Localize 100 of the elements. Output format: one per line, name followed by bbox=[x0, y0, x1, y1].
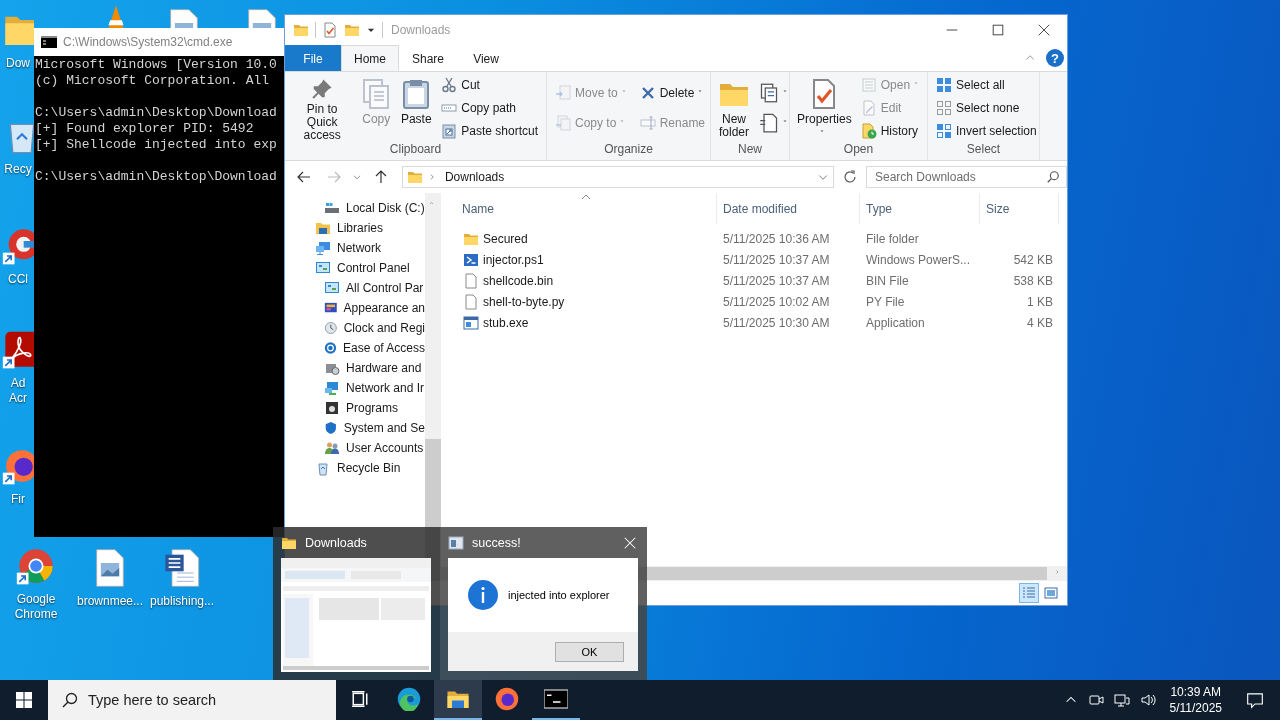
properties-icon[interactable] bbox=[322, 22, 338, 38]
column-header[interactable]: Name bbox=[456, 193, 717, 224]
help-button[interactable]: ? bbox=[1046, 49, 1064, 67]
ribbon-tab[interactable]: Share bbox=[399, 45, 458, 71]
nav-item[interactable]: Local Disk (C:) bbox=[285, 200, 425, 216]
table-cell-text: 5/11/2025 10:37 AM bbox=[722, 252, 831, 267]
nav-item[interactable]: Control Panel bbox=[285, 260, 425, 276]
nav-item[interactable]: Appearance an bbox=[285, 300, 425, 316]
ribbon-tab[interactable]: Home bbox=[341, 45, 399, 71]
details-view-icon bbox=[1021, 585, 1037, 601]
file-name[interactable]: stub.exe bbox=[456, 314, 717, 331]
network-icon bbox=[324, 380, 340, 396]
nav-item[interactable]: Recycle Bin bbox=[285, 460, 425, 476]
select-all-icon bbox=[936, 77, 952, 94]
firefox-icon bbox=[495, 687, 519, 711]
file-name[interactable]: injector.ps1 bbox=[456, 251, 717, 268]
ribbon-button[interactable]: Invert selection bbox=[934, 120, 1039, 141]
window-icon bbox=[448, 534, 464, 551]
move-icon bbox=[555, 85, 571, 102]
nav-item[interactable]: Ease of Access bbox=[285, 340, 425, 356]
back-icon[interactable] bbox=[296, 169, 312, 185]
search-field[interactable]: Type here to search bbox=[48, 680, 336, 720]
edit-icon bbox=[860, 100, 877, 116]
refresh-icon[interactable] bbox=[842, 169, 858, 185]
search-icon[interactable] bbox=[1046, 170, 1060, 184]
file-name[interactable]: Secured bbox=[456, 230, 717, 247]
nav-item[interactable]: Network bbox=[285, 240, 425, 256]
file-menu-tab[interactable]: File bbox=[285, 45, 341, 71]
acrobat-icon[interactable] bbox=[2, 330, 34, 370]
history-icon bbox=[860, 122, 877, 139]
ribbon-button[interactable]: Delete bbox=[637, 83, 709, 104]
sort-caret-icon bbox=[581, 194, 591, 200]
ribbon-tab[interactable]: View bbox=[457, 45, 516, 71]
ribbon-button[interactable]: Select all bbox=[934, 75, 1039, 96]
nav-item[interactable]: Network and Ir bbox=[285, 380, 425, 396]
clock-time[interactable]: 10:39 AM bbox=[1170, 684, 1222, 700]
window-thumbnail-drawing[interactable] bbox=[281, 558, 431, 672]
address-bar[interactable]: Downloads bbox=[401, 166, 835, 188]
file-name[interactable]: shell-to-byte.py bbox=[456, 293, 717, 310]
table-cell-text: 4 KB bbox=[1026, 315, 1054, 330]
column-header[interactable]: Size bbox=[980, 193, 1059, 224]
column-header[interactable]: Type bbox=[860, 193, 980, 224]
ribbon-button[interactable]: Copy path bbox=[439, 98, 540, 118]
ribbon-button[interactable]: New folder bbox=[715, 74, 753, 142]
nav-item[interactable]: Libraries bbox=[285, 220, 425, 236]
chrome-icon[interactable] bbox=[16, 546, 56, 586]
nav-item[interactable]: System and Se bbox=[285, 420, 425, 436]
clock-date[interactable]: 5/11/2025 bbox=[1169, 700, 1222, 716]
ribbon-button[interactable]: Pin to Quick access bbox=[289, 74, 356, 142]
word-document-icon[interactable] bbox=[162, 548, 202, 588]
column-header[interactable]: Date modified bbox=[717, 193, 860, 224]
nav-item[interactable]: Hardware and bbox=[285, 360, 425, 376]
ribbon-button[interactable]: Paste bbox=[397, 74, 436, 142]
ribbon-button[interactable]: History bbox=[858, 120, 925, 141]
window-title: Downloads bbox=[391, 23, 452, 37]
file-name[interactable]: shellcode.bin bbox=[456, 272, 717, 289]
users-icon bbox=[324, 440, 340, 456]
address-path: Downloads bbox=[444, 170, 505, 184]
group-label: Organize bbox=[603, 142, 654, 158]
network-icon bbox=[315, 240, 331, 256]
recycle-bin-icon bbox=[315, 460, 331, 476]
application-icon bbox=[463, 314, 479, 331]
accessibility-icon bbox=[324, 340, 337, 356]
network-icon[interactable] bbox=[1113, 692, 1130, 708]
file-icon bbox=[463, 293, 479, 310]
taskbar-app[interactable] bbox=[434, 680, 482, 720]
search-icon bbox=[62, 692, 78, 708]
file-icon bbox=[463, 272, 479, 289]
table-cell-text: 5/11/2025 10:02 AM bbox=[722, 294, 831, 309]
ribbon-button[interactable]: Properties bbox=[794, 74, 855, 142]
ribbon-button[interactable]: Cut bbox=[439, 75, 540, 96]
table-cell-text: 542 KB bbox=[1012, 252, 1054, 267]
volume-icon[interactable] bbox=[1139, 692, 1156, 708]
preview-title: Downloads bbox=[305, 535, 367, 550]
group-label: Select bbox=[965, 142, 1002, 158]
ribbon-button[interactable]: Select none bbox=[934, 98, 1039, 118]
console-line: (c) Microsoft Corporation. All bbox=[35, 73, 271, 89]
table-cell-text: File folder bbox=[865, 231, 920, 246]
windows-icon[interactable] bbox=[16, 692, 32, 708]
nav-item[interactable]: Programs bbox=[285, 400, 425, 416]
folder-icon bbox=[293, 22, 309, 38]
ok-button[interactable]: OK bbox=[555, 641, 624, 662]
table-cell-text: PY File bbox=[865, 294, 906, 309]
nav-item[interactable]: Clock and Regi bbox=[285, 320, 425, 336]
invert-selection-icon bbox=[936, 122, 952, 139]
programs-icon bbox=[324, 400, 340, 416]
nav-item[interactable]: All Control Par bbox=[285, 280, 425, 296]
meet-icon[interactable] bbox=[1087, 692, 1104, 708]
folder-icon bbox=[406, 169, 423, 185]
notification-icon[interactable] bbox=[1246, 691, 1264, 709]
document-icon bbox=[759, 112, 779, 133]
maximize-icon[interactable] bbox=[991, 23, 1005, 37]
search-field[interactable]: Search Downloads bbox=[866, 166, 1067, 188]
edge-icon bbox=[397, 687, 421, 711]
terminal-icon bbox=[544, 687, 568, 711]
scissors-icon bbox=[441, 77, 458, 94]
nav-item[interactable]: User Accounts bbox=[285, 440, 425, 456]
ribbon-button[interactable]: Paste shortcut bbox=[439, 120, 540, 141]
copy-to-icon bbox=[555, 114, 571, 131]
close-icon[interactable] bbox=[1037, 23, 1051, 37]
